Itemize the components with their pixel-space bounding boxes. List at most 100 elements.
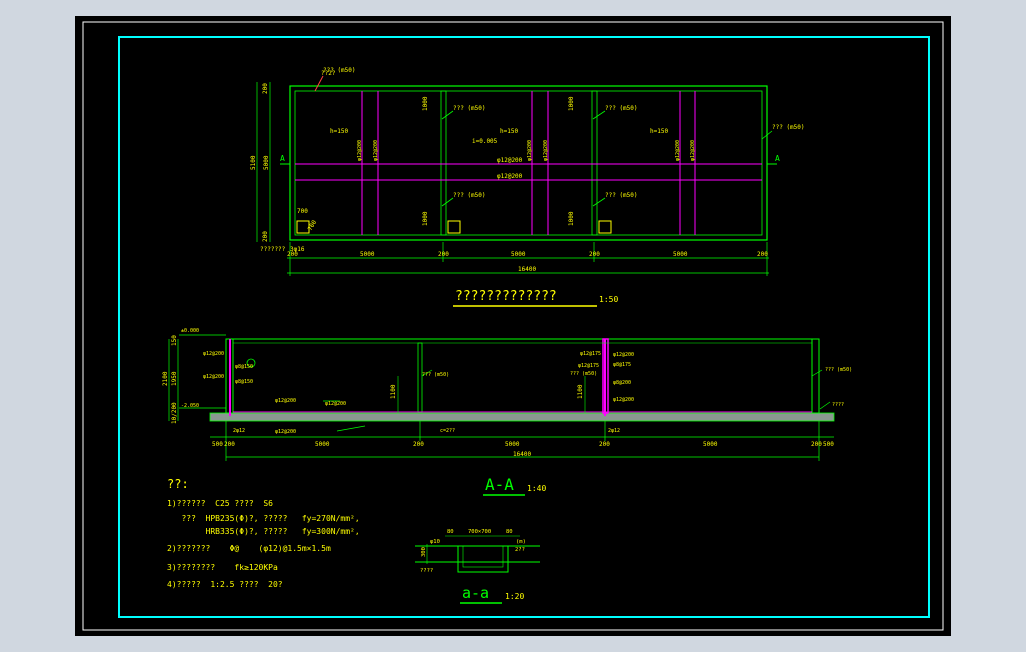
notes-line-3: HRB335(Φ)?, ????? fy=300N/mm²,	[167, 527, 360, 536]
plan-view: ??? (m50) ??? (m50) ??? (m50) ??? (m50) …	[250, 67, 805, 307]
detail-dim-top-1: 80	[447, 529, 454, 535]
detail-dim-side: 300	[421, 547, 427, 557]
section-partition-1	[417, 342, 423, 414]
plan-dim-height-total: 5100	[250, 155, 257, 170]
plan-callout-5: ??? (m50)	[453, 192, 486, 199]
section-dim-inner-2: 1100	[577, 384, 584, 399]
notes-line-2: ??? HPB235(Φ)?, ????? fy=270N/mm²,	[167, 514, 360, 523]
section-dim-bottom-200d: 200	[811, 441, 822, 448]
detail-label-bottom: ????	[420, 568, 433, 574]
detail-dim-top-2: 700×700	[468, 529, 491, 535]
section-leader-2	[811, 369, 823, 377]
plan-callout-2: ??? (m50)	[453, 105, 486, 112]
section-view: φ12@200 φ8@150 φ12@200 φ8@150 φ12@200 φ1…	[162, 328, 852, 496]
plan-callout-6: ??? (m50)	[605, 192, 638, 199]
plan-dim-bottom-7: 200	[757, 251, 768, 258]
plan-partition-1	[440, 90, 447, 236]
leader-5	[441, 197, 454, 207]
section-dim-bottom-500a: 500	[212, 441, 223, 448]
section-callout-1: ??? (m50)	[422, 372, 449, 378]
detail-label-right: (m)	[516, 539, 526, 545]
section-dim-left-2100: 2100	[162, 371, 169, 386]
detail-pit-inner	[462, 545, 504, 568]
detail-label-left: φ10	[430, 539, 440, 545]
section-elev-bottom: -2.050	[181, 403, 199, 409]
section-rebar-label-1: φ12@200	[203, 351, 224, 357]
section-leader-5	[336, 425, 366, 432]
plan-callout-4: ??? (m50)	[772, 124, 805, 131]
plan-rebar-vert-1: φ12@200	[357, 140, 363, 161]
plan-dim-vert-1: 1000	[422, 96, 429, 111]
section-rebar-label-4: φ8@150	[235, 379, 253, 385]
plan-dim-total: 16400	[518, 266, 536, 273]
plan-inner-wall	[294, 90, 763, 236]
plan-dim-top-left: 200	[262, 83, 269, 94]
plan-dim-bottom-1: 200	[287, 251, 298, 258]
plan-partition-2	[591, 90, 598, 236]
plan-h-label-1: h=150	[330, 128, 348, 135]
plan-rebar-vert-5: φ12@200	[675, 140, 681, 161]
plan-dim-bottom-5: 200	[589, 251, 600, 258]
detail-scale: 1:20	[505, 592, 524, 601]
section-leader-3	[819, 401, 831, 410]
plan-title: ?????????????	[455, 289, 557, 304]
plan-section-mark-left: A	[280, 154, 285, 163]
plan-rebar-vert-4: φ12@200	[543, 140, 549, 161]
section-dim-left-150: 150	[171, 335, 178, 346]
notes-block: ??: 1)?????? C25 ???? S6 ??? HPB235(Φ)?,…	[167, 477, 360, 589]
plan-section-mark-right: A	[775, 154, 780, 163]
plan-rebar-vert-2: φ12@200	[373, 140, 379, 161]
section-dim-bottom-200c: 200	[599, 441, 610, 448]
plan-h-label-2: h=150	[500, 128, 518, 135]
notes-line-4: 2)??????? Φ@ (φ12)@1.5m×1.5m	[167, 544, 331, 553]
section-dim-bottom-5000c: 5000	[703, 441, 718, 448]
section-base-slab	[209, 412, 835, 422]
plan-dim-bottom-6: 5000	[673, 251, 688, 258]
section-dim-bottom-5000a: 5000	[315, 441, 330, 448]
outlet-box-2	[447, 220, 461, 234]
section-rebar-label-6: φ12@200	[325, 401, 346, 407]
plan-dim-height-inner: 5000	[263, 155, 270, 170]
section-rebar-label-11: φ8@175	[613, 362, 631, 368]
section-dim-bottom-200a: 200	[224, 441, 235, 448]
section-base-label-3: c=2??	[440, 428, 455, 434]
plan-slope: i=0.005	[472, 138, 498, 145]
section-title: A-A	[485, 475, 514, 494]
section-base-label-2: 2φ12	[608, 428, 620, 434]
notes-heading: ??:	[167, 477, 189, 491]
plan-dim-vert-4: 1000	[568, 211, 575, 226]
detail-view: 80 700×700 80 φ10 (m) 2?? ???? 300 a-a 1…	[415, 529, 540, 604]
plan-scale: 1:50	[599, 295, 618, 304]
section-elev-top: ±0.000	[181, 328, 199, 334]
section-dim-left-base: 10/200	[171, 402, 178, 424]
leader-3	[592, 110, 606, 120]
section-dim-left-1950: 1950	[171, 371, 178, 386]
cad-drawing: ??? (m50) ??? (m50) ??? (m50) ??? (m50) …	[82, 21, 944, 631]
plan-small-tag-1: ??2?	[321, 70, 336, 77]
notes-line-1: 1)?????? C25 ???? S6	[167, 499, 273, 508]
outer-border	[82, 21, 944, 631]
notes-line-5: 3)???????? fk≥120KPa	[167, 563, 278, 572]
section-rebar-label-13: φ12@200	[275, 429, 296, 435]
leader-6	[592, 197, 606, 207]
plan-rebar-vert-6: φ12@200	[690, 140, 696, 161]
notes-line-6: 4)????? 1:2.5 ???? 20?	[167, 580, 283, 589]
outlet-box-3	[598, 220, 612, 234]
section-dim-bottom-5000b: 5000	[505, 441, 520, 448]
section-rebar-label-7: φ12@175	[580, 351, 601, 357]
plan-dim-vert-2: 1000	[568, 96, 575, 111]
section-rebar-label-8: φ12@175	[578, 363, 599, 369]
plan-rebar-center-1: φ12@200	[497, 157, 523, 164]
section-dim-bottom-200b: 200	[413, 441, 424, 448]
plan-dim-bottom-4: 5000	[511, 251, 526, 258]
section-callout-3: ??? (m50)	[570, 371, 597, 377]
section-callout-2: ??? (m50)	[825, 367, 852, 373]
section-dim-inner-1: 1100	[390, 384, 397, 399]
detail-label-side: 2??	[515, 547, 525, 553]
plan-dim-bottom-left: 200	[262, 231, 269, 242]
detail-dim-top-3: 80	[506, 529, 513, 535]
plan-dim-vert-3: 1000	[422, 211, 429, 226]
detail-title: a-a	[462, 584, 489, 602]
section-rebar-label-2: φ8@150	[235, 364, 253, 370]
section-dim-total: 16400	[513, 451, 531, 458]
